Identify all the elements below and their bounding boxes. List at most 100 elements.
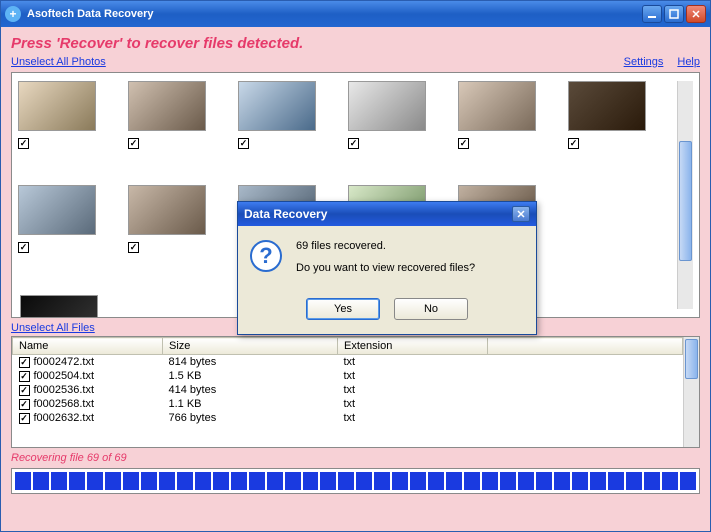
photo-checkbox[interactable] [568,138,579,149]
table-row[interactable]: f0002568.txt 1.1 KBtxt [13,397,683,411]
file-size: 1.5 KB [163,369,338,383]
progress-segment [87,472,103,490]
photo-checkbox[interactable] [348,138,359,149]
progress-segment [267,472,283,490]
page-subtitle: Press 'Recover' to recover files detecte… [11,35,700,52]
photo-checkbox[interactable] [18,138,29,149]
file-ext: txt [338,383,488,397]
dialog-title: Data Recovery [244,207,327,221]
dialog-line1: 69 files recovered. [296,240,524,252]
photo-item[interactable] [568,81,646,149]
photo-item[interactable] [458,81,536,149]
file-size: 1.1 KB [163,397,338,411]
progress-segment [249,472,265,490]
file-name: f0002568.txt [34,398,95,410]
progress-segment [680,472,696,490]
progress-segment [303,472,319,490]
file-ext: txt [338,411,488,425]
unselect-photos-link[interactable]: Unselect All Photos [11,56,106,68]
dialog: Data Recovery ? 69 files recovered. Do y… [237,201,537,335]
photo-item[interactable] [20,295,98,317]
file-size: 814 bytes [163,355,338,370]
progress-segment [410,472,426,490]
minimize-button[interactable] [642,5,662,23]
photo-thumbnail [458,81,536,131]
progress-segment [213,472,229,490]
photo-checkbox[interactable] [18,242,29,253]
progress-segment [554,472,570,490]
photo-item[interactable] [18,81,96,149]
dialog-buttons: Yes No [238,290,536,334]
progress-segment [177,472,193,490]
file-checkbox[interactable] [19,399,30,410]
file-scrollbar[interactable] [683,337,699,447]
maximize-button[interactable] [664,5,684,23]
status-text: Recovering file 69 of 69 [11,452,700,464]
progress-segment [123,472,139,490]
photo-checkbox[interactable] [128,242,139,253]
window-buttons [642,5,706,23]
table-row[interactable]: f0002632.txt766 bytestxt [13,411,683,425]
col-size[interactable]: Size [163,338,338,355]
progress-segment [536,472,552,490]
progress-segment [69,472,85,490]
file-checkbox[interactable] [19,385,30,396]
progress-segment [195,472,211,490]
photo-item[interactable] [128,185,206,253]
file-checkbox[interactable] [19,357,30,368]
photo-thumbnail [18,185,96,235]
col-blank[interactable] [488,338,683,355]
photo-checkbox[interactable] [238,138,249,149]
progress-segment [662,472,678,490]
app-window: + Asoftech Data Recovery Press 'Recover'… [0,0,711,532]
help-link[interactable]: Help [677,56,700,68]
app-title: Asoftech Data Recovery [27,8,642,20]
file-checkbox[interactable] [19,371,30,382]
photo-checkbox[interactable] [128,138,139,149]
file-ext: txt [338,397,488,411]
photo-item[interactable] [128,81,206,149]
progress-segment [500,472,516,490]
table-row[interactable]: f0002536.txt414 bytestxt [13,383,683,397]
photo-item[interactable] [238,81,316,149]
progress-segment [15,472,31,490]
photo-thumbnail [128,185,206,235]
no-button[interactable]: No [394,298,468,320]
close-button[interactable] [686,5,706,23]
progress-segment [590,472,606,490]
photo-checkbox[interactable] [458,138,469,149]
progress-segment [159,472,175,490]
progress-segment [644,472,660,490]
file-name: f0002504.txt [34,370,95,382]
dialog-close-button[interactable] [512,206,530,222]
unselect-files-link[interactable]: Unselect All Files [11,322,95,334]
photo-item[interactable] [348,81,426,149]
file-checkbox[interactable] [19,413,30,424]
dialog-titlebar: Data Recovery [238,202,536,226]
progress-segment [428,472,444,490]
progress-segment [356,472,372,490]
file-area: Unselect All Files Name Size Extension f… [11,322,700,448]
file-name: f0002536.txt [34,384,95,396]
titlebar: + Asoftech Data Recovery [1,1,710,27]
settings-link[interactable]: Settings [624,56,664,68]
table-row[interactable]: f0002504.txt 1.5 KBtxt [13,369,683,383]
progress-segment [446,472,462,490]
col-extension[interactable]: Extension [338,338,488,355]
progress-segment [572,472,588,490]
progress-segment [482,472,498,490]
photo-scrollbar[interactable] [677,81,693,309]
file-ext: txt [338,369,488,383]
progress-segment [285,472,301,490]
links-row: Unselect All Photos Settings Help [11,56,700,68]
photo-item[interactable] [18,185,96,253]
photo-thumbnail [128,81,206,131]
yes-button[interactable]: Yes [306,298,380,320]
progress-segment [231,472,247,490]
file-name: f0002632.txt [34,412,95,424]
photo-thumbnail [568,81,646,131]
progress-segment [392,472,408,490]
col-name[interactable]: Name [13,338,163,355]
progress-segment [141,472,157,490]
table-row[interactable]: f0002472.txt814 bytestxt [13,355,683,370]
